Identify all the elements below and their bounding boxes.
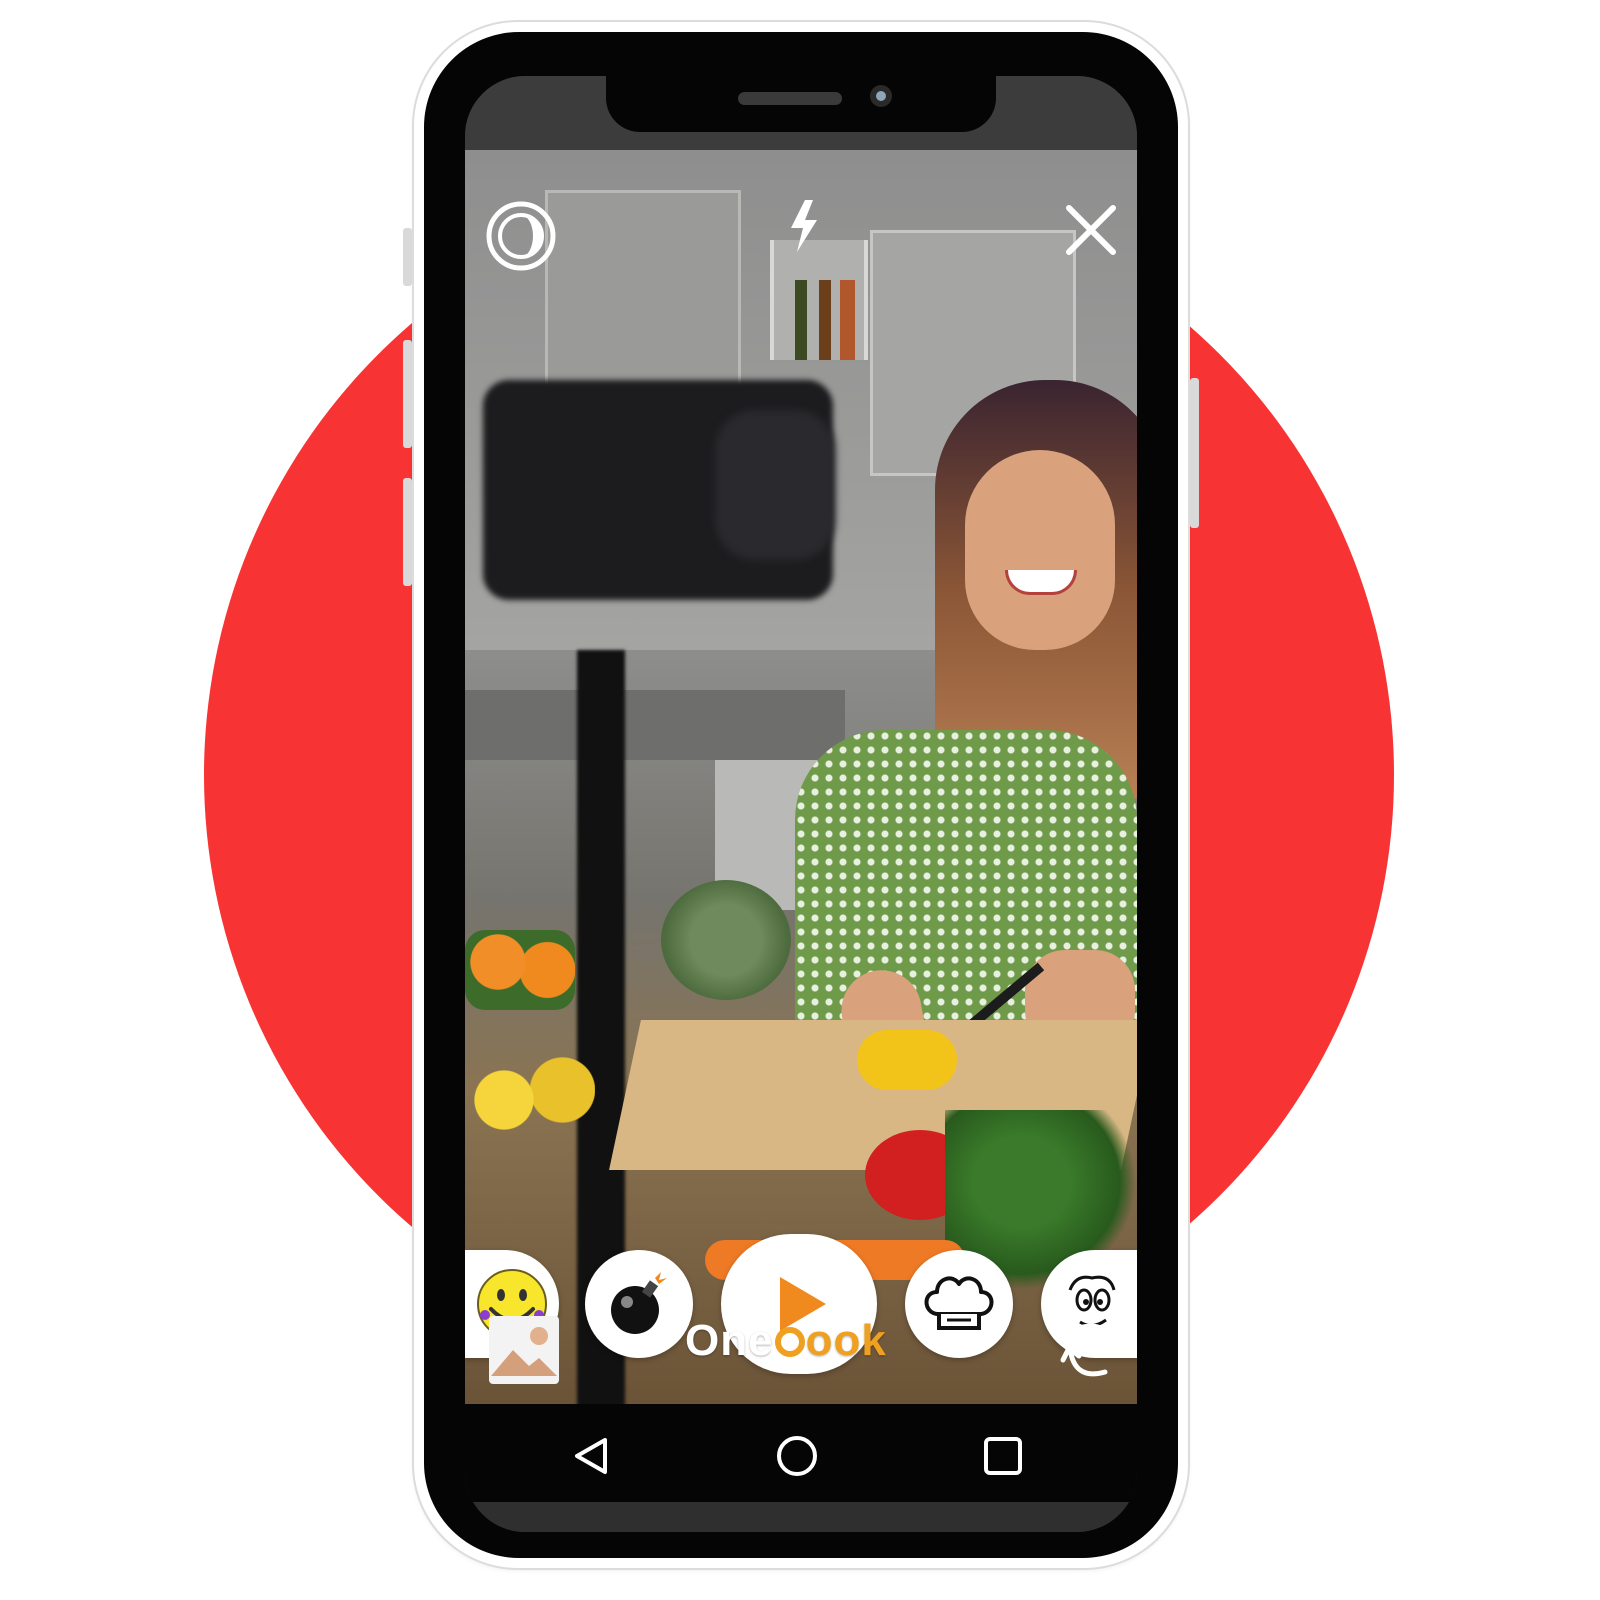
lemons: [465, 1050, 595, 1150]
notch: [606, 76, 996, 132]
nav-home-button[interactable]: [775, 1434, 819, 1478]
gallery-icon: [489, 1316, 559, 1384]
bottles: [795, 280, 855, 360]
side-button-power: [1190, 378, 1199, 528]
phone-frame: One ook: [403, 22, 1199, 1568]
flip-camera-icon: [1060, 1323, 1124, 1377]
back-icon: [575, 1438, 607, 1474]
kitchen-counter: [465, 690, 845, 760]
broccoli: [661, 880, 791, 1000]
brand-suffix: ook: [805, 1316, 887, 1365]
flash-button[interactable]: [783, 198, 823, 254]
timer-icon: [486, 201, 556, 271]
nav-recents-button[interactable]: [981, 1434, 1025, 1478]
close-button[interactable]: [1063, 202, 1119, 258]
gallery-button[interactable]: [487, 1314, 561, 1386]
person-face: [965, 450, 1115, 650]
phone-bezel: One ook: [424, 32, 1178, 1558]
bowl-oranges: [465, 930, 575, 1010]
brand-watermark: One ook: [685, 1316, 887, 1366]
side-button-volume-up: [403, 340, 412, 448]
side-button-mute: [403, 228, 412, 286]
bomb-sticker-icon: [611, 1272, 667, 1334]
earpiece-speaker: [738, 92, 842, 105]
front-camera: [870, 85, 892, 107]
flash-icon: [791, 200, 817, 252]
system-nav-bar: [465, 1404, 1137, 1502]
phone-screen: One ook: [465, 76, 1137, 1532]
nav-back-button[interactable]: [569, 1434, 613, 1478]
bottom-strip: [465, 1502, 1137, 1532]
bomb-sticker-button[interactable]: [585, 1250, 693, 1358]
close-icon: [1066, 205, 1116, 255]
side-button-volume-down: [403, 478, 412, 586]
brand-prefix: One: [685, 1316, 774, 1365]
camera-viewfinder[interactable]: One ook: [465, 150, 1137, 1404]
chef-hat-sticker-button[interactable]: [905, 1250, 1013, 1358]
home-icon: [777, 1436, 817, 1476]
brand-mark-icon: [774, 1327, 805, 1357]
timer-button[interactable]: [483, 198, 559, 274]
chef-hat-icon: [924, 1276, 994, 1330]
tripod-camera-lens: [715, 410, 835, 560]
recents-icon: [984, 1437, 1022, 1475]
flip-camera-button[interactable]: [1059, 1314, 1125, 1386]
yellow-pepper: [857, 1030, 957, 1090]
